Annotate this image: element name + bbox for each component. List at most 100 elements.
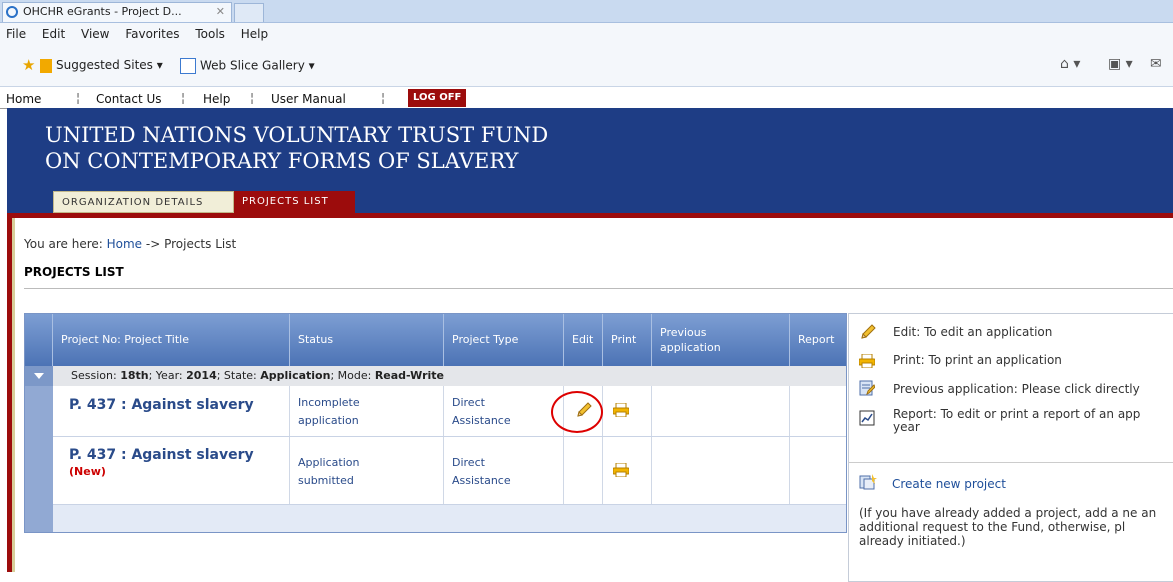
cell-title: P. 437 : Against slavery (New) [53, 437, 290, 504]
web-slice-label: Web Slice Gallery ▾ [200, 58, 315, 73]
close-tab-icon[interactable]: ✕ [216, 3, 225, 21]
favorites-bar: ★ Suggested Sites ▾ Web Slice Gallery ▾ … [0, 46, 1173, 87]
ie-logo-icon [6, 6, 18, 18]
tab-projects-list[interactable]: PROJECTS LIST [234, 191, 355, 213]
breadcrumb-current: -> Projects List [142, 237, 237, 251]
favorites-star-icon[interactable]: ★ [22, 56, 35, 74]
browser-tab[interactable]: OHCHR eGrants - Project D... ✕ [2, 2, 232, 22]
site-title-line2: ON CONTEMPORARY FORMS OF SLAVERY [45, 149, 519, 173]
mail-icon[interactable]: ✉ [1150, 56, 1162, 72]
left-border-inner [12, 218, 15, 572]
type-line2: Assistance [452, 474, 511, 487]
report-chart-icon [859, 410, 875, 426]
header-report: Report [790, 314, 846, 366]
nav-separator: ¦ [381, 91, 386, 105]
feeds-icon[interactable]: ▣ ▾ [1108, 56, 1133, 72]
header-project-title[interactable]: Project No: Project Title [53, 314, 290, 366]
type-line1: Direct [452, 396, 485, 409]
menu-view[interactable]: View [75, 23, 115, 41]
table-row: P. 437 : Against slavery Incomplete appli… [53, 386, 846, 437]
legend-divider [849, 462, 1173, 463]
tab-title: OHCHR eGrants - Project D... [23, 5, 182, 18]
cell-report [790, 386, 846, 436]
pencil-icon [861, 324, 876, 339]
new-tab-button[interactable] [234, 3, 264, 22]
menu-edit[interactable]: Edit [36, 23, 71, 41]
status-line2: submitted [298, 474, 354, 487]
project-title-link[interactable]: P. 437 : Against slavery [69, 447, 254, 463]
site-title-line1: UNITED NATIONS VOLUNTARY TRUST FUND [45, 123, 549, 147]
nav-contact-us[interactable]: Contact Us [96, 92, 162, 106]
legend-previous: Previous application: Please click direc… [893, 382, 1140, 396]
cell-print [603, 386, 652, 436]
legend-print: Print: To print an application [893, 353, 1062, 367]
status-text: Incomplete application [298, 394, 360, 430]
cell-status: Application submitted [290, 437, 444, 504]
header-status[interactable]: Status [290, 314, 444, 366]
collapse-toggle-icon[interactable] [25, 366, 53, 386]
site-title: UNITED NATIONS VOLUNTARY TRUST FUND ON C… [45, 122, 548, 174]
status-line1: Incomplete [298, 396, 360, 409]
header-project-type-label: Project Type [452, 333, 519, 346]
highlight-circle [551, 391, 603, 433]
status-line1: Application [298, 456, 360, 469]
create-project-note: (If you have already added a project, ad… [859, 506, 1157, 548]
home-icon[interactable]: ⌂ ▾ [1060, 56, 1080, 72]
printer-icon[interactable] [613, 463, 629, 477]
year-value: 2014 [186, 369, 217, 382]
cell-edit [564, 437, 603, 504]
header-report-label: Report [798, 333, 835, 346]
header-status-label: Status [298, 333, 334, 346]
nav-help[interactable]: Help [203, 92, 230, 106]
projects-grid: Project No: Project Title Status Project… [24, 313, 847, 533]
menu-favorites[interactable]: Favorites [119, 23, 185, 41]
cell-title: P. 437 : Against slavery [53, 386, 290, 436]
breadcrumb: You are here: Home -> Projects List [24, 237, 236, 251]
header-edit-label: Edit [572, 333, 594, 346]
mode-value: Read-Write [374, 369, 444, 382]
state-label: ; State: [216, 369, 261, 382]
header-project-type[interactable]: Project Type [444, 314, 564, 366]
header-spacer [25, 314, 53, 366]
session-info: Session: 18th; Year: 2014; State: Applic… [71, 369, 444, 382]
legend-report-line1: Report: To edit or print a report of an … [893, 407, 1141, 421]
new-project-icon [859, 474, 877, 490]
header-project-title-label: Project No: Project Title [61, 333, 189, 346]
group-indent-column [25, 386, 53, 532]
status-line2: application [298, 414, 359, 427]
legend-edit: Edit: To edit an application [893, 325, 1053, 339]
web-slice-gallery-link[interactable]: Web Slice Gallery ▾ [180, 58, 315, 74]
tab-underline [7, 213, 1173, 218]
project-title-link[interactable]: P. 437 : Against slavery [69, 397, 254, 413]
site-nav: Home ¦ Contact Us ¦ Help ¦ User Manual ¦… [0, 89, 1173, 109]
logoff-button[interactable]: LOG OFF [408, 89, 467, 107]
nav-user-manual[interactable]: User Manual [271, 92, 346, 106]
legend-report-line2: year [893, 420, 920, 434]
bing-icon [40, 58, 52, 73]
cell-previous [652, 437, 790, 504]
printer-icon [859, 354, 875, 368]
nav-separator: ¦ [181, 91, 186, 105]
menu-file[interactable]: File [0, 23, 32, 41]
divider [24, 288, 1173, 289]
breadcrumb-home-link[interactable]: Home [107, 237, 142, 251]
cell-type: Direct Assistance [444, 386, 564, 436]
type-line1: Direct [452, 456, 485, 469]
suggested-sites-link[interactable]: Suggested Sites ▾ [40, 58, 163, 73]
header-print-label: Print [611, 333, 637, 346]
tab-organization-details[interactable]: ORGANIZATION DETAILS [53, 191, 234, 213]
year-label: ; Year: [148, 369, 187, 382]
printer-icon[interactable] [613, 403, 629, 417]
suggested-sites-label: Suggested Sites ▾ [56, 58, 163, 72]
header-previous-application: Previous application [652, 314, 790, 366]
create-new-project-link[interactable]: Create new project [892, 477, 1006, 491]
table-row: P. 437 : Against slavery (New) Applicati… [53, 437, 846, 505]
new-badge: (New) [69, 465, 106, 478]
nav-home[interactable]: Home [6, 92, 41, 106]
type-text: Direct Assistance [452, 454, 511, 490]
nav-separator: ¦ [76, 91, 81, 105]
menu-tools[interactable]: Tools [189, 23, 231, 41]
cell-previous [652, 386, 790, 436]
session-label: Session: [71, 369, 121, 382]
menu-help[interactable]: Help [235, 23, 274, 41]
